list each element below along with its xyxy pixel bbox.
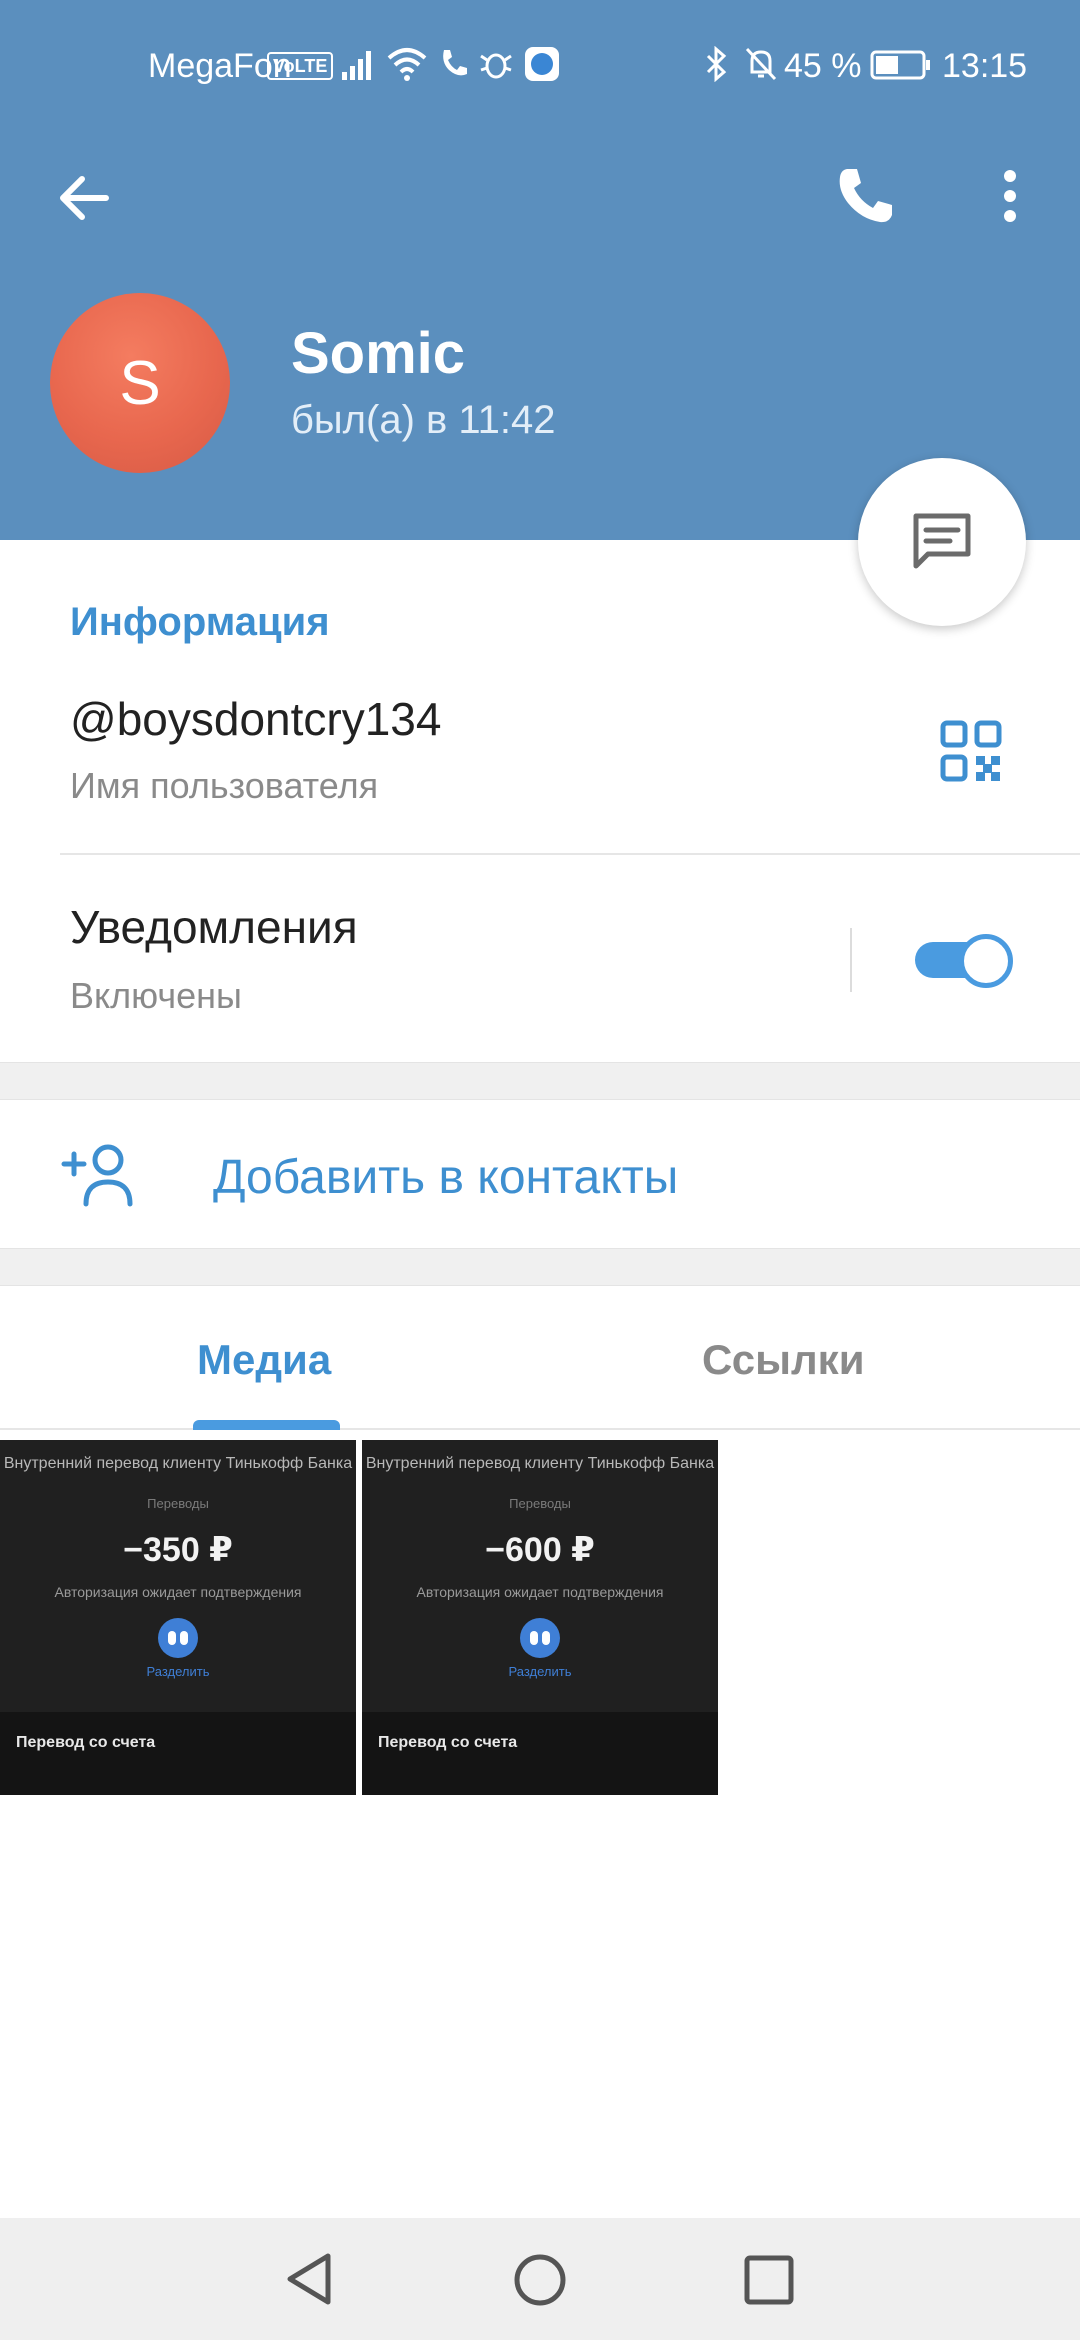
tab-media[interactable]: Медиа — [197, 1336, 331, 1384]
back-button[interactable] — [44, 158, 124, 238]
thumb-title: Внутренний перевод клиенту Тинькофф Банк… — [365, 1455, 715, 1472]
vertical-divider — [850, 928, 852, 992]
nav-recents-icon[interactable] — [743, 2254, 795, 2306]
qr-code-icon[interactable] — [940, 720, 1002, 782]
more-vertical-icon — [1004, 170, 1016, 222]
thumb-amount: −600 ₽ — [485, 1531, 595, 1569]
message-icon — [913, 513, 971, 569]
add-user-icon — [61, 1144, 133, 1207]
thumb-footer: Перевод со счета — [0, 1712, 356, 1795]
notifications-state: Включены — [70, 975, 242, 1016]
thumb-footer-text: Перевод со счета — [378, 1734, 518, 1751]
split-icon — [520, 1618, 560, 1658]
media-thumbnail[interactable]: Внутренний перевод клиенту Тинькофф Банк… — [0, 1440, 356, 1795]
last-seen-status: был(а) в 11:42 — [291, 398, 556, 442]
mute-icon — [745, 47, 777, 81]
nav-home-icon[interactable] — [512, 2252, 568, 2308]
call-icon — [443, 50, 467, 76]
thumb-action: Разделить — [508, 1664, 572, 1679]
shared-media-tabs: Медиа Ссылки — [0, 1286, 1080, 1430]
call-button[interactable] — [822, 152, 910, 240]
section-gap — [0, 1248, 1080, 1286]
thumb-footer-text: Перевод со счета — [16, 1734, 156, 1751]
toggle-knob — [959, 934, 1013, 988]
nav-back-icon[interactable] — [284, 2250, 336, 2308]
volte-badge: VoLTE — [267, 52, 334, 80]
add-contact-row[interactable]: Добавить в контакты — [0, 1100, 1080, 1248]
section-gap — [0, 1062, 1080, 1100]
notifications-label[interactable]: Уведомления — [70, 900, 358, 954]
active-tab-indicator — [193, 1420, 340, 1430]
thumb-action: Разделить — [146, 1664, 210, 1679]
add-contact-label: Добавить в контакты — [213, 1151, 679, 1204]
thumb-amount: −350 ₽ — [123, 1531, 233, 1569]
contact-name: Somic — [291, 321, 466, 386]
username-value[interactable]: @boysdontcry134 — [70, 692, 441, 746]
app-icon — [525, 47, 559, 81]
thumb-footer: Перевод со счета — [362, 1712, 718, 1795]
tab-links[interactable]: Ссылки — [702, 1336, 865, 1384]
profile-header: MegaFon VoLTE 45 % 13:15 S Somic был(а) … — [0, 0, 1080, 540]
info-section-title: Информация — [70, 600, 330, 644]
battery-percent: 45 % — [784, 47, 862, 85]
username-label: Имя пользователя — [70, 765, 379, 806]
bluetooth-icon — [706, 46, 727, 82]
thumb-title: Внутренний перевод клиенту Тинькофф Банк… — [3, 1455, 353, 1472]
more-options-button[interactable] — [980, 152, 1040, 240]
battery-icon — [870, 50, 930, 80]
thumb-status: Авторизация ожидает подтверждения — [416, 1584, 664, 1600]
phone-icon — [839, 169, 892, 223]
send-message-button[interactable] — [858, 458, 1026, 626]
thumb-status: Авторизация ожидает подтверждения — [54, 1584, 302, 1600]
media-thumbnail[interactable]: Внутренний перевод клиенту Тинькофф Банк… — [362, 1440, 718, 1795]
system-navigation-bar — [0, 2218, 1080, 2340]
wifi-icon — [387, 48, 427, 81]
notifications-toggle[interactable] — [915, 932, 1017, 988]
clock: 13:15 — [942, 47, 1028, 85]
split-icon — [158, 1618, 198, 1658]
avatar[interactable]: S — [50, 293, 230, 473]
thumb-subtitle: Переводы — [147, 1496, 209, 1511]
signal-icon — [342, 51, 371, 80]
thumb-subtitle: Переводы — [509, 1496, 571, 1511]
arrow-left-icon — [60, 176, 109, 220]
status-bar: MegaFon VoLTE 45 % 13:15 — [0, 0, 1080, 132]
bug-icon — [480, 53, 512, 79]
divider — [60, 853, 1080, 855]
